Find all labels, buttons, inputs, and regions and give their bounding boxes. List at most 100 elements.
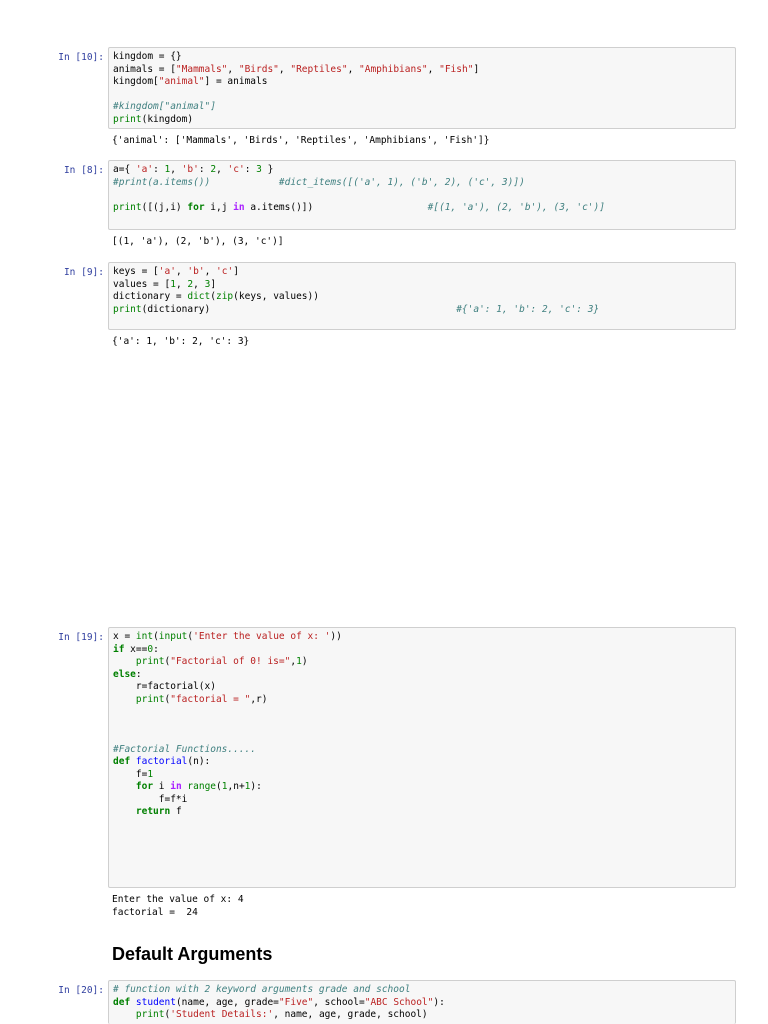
- code-token: 'Enter the value of x: ': [193, 631, 331, 642]
- code-token: ,: [347, 63, 360, 75]
- code-line: else:: [113, 669, 731, 682]
- cell-output: Enter the value of x: 4 factorial = 24: [112, 894, 244, 918]
- code-token: , school=: [313, 996, 365, 1008]
- code-token: for: [187, 201, 205, 213]
- code-line: return f: [113, 806, 731, 819]
- code-token: zip: [215, 291, 234, 302]
- code-token: )): [330, 631, 342, 642]
- code-token: int: [135, 631, 154, 642]
- code-line: def student(name, age, grade="Five", sch…: [113, 997, 731, 1010]
- code-token: ([(j,i): [141, 201, 188, 213]
- code-token: dict: [187, 291, 211, 302]
- code-line: # function with 2 keyword arguments grad…: [113, 984, 731, 997]
- code-token: else: [113, 668, 136, 680]
- code-token: 'a': [135, 164, 154, 175]
- code-token: factorial: [135, 756, 188, 767]
- code-token: animals = [: [113, 63, 176, 75]
- code-token: print: [113, 303, 142, 315]
- code-token: 'b': [181, 164, 199, 175]
- code-input[interactable]: keys = ['a', 'b', 'c'] values = [1, 2, 3]…: [108, 262, 736, 330]
- code-token: #Factorial Functions.....: [113, 743, 256, 755]
- markdown-heading: Default Arguments: [112, 944, 273, 964]
- code-token: #[(1, 'a'), (2, 'b'), (3, 'c')]: [427, 201, 605, 213]
- code-token: values = [: [113, 278, 171, 290]
- code-token: f=f*i: [113, 793, 188, 805]
- code-token: "Amphibians": [359, 63, 428, 75]
- code-line: animals = ["Mammals", "Birds", "Reptiles…: [113, 64, 731, 77]
- code-token: a.items()]): [244, 201, 428, 213]
- code-token: range: [187, 781, 217, 792]
- code-token: #{'a': 1, 'b': 2, 'c': 3}: [456, 303, 600, 315]
- code-token: print: [135, 1009, 165, 1020]
- code-line: #print(a.items()) #dict_items([('a', 1),…: [113, 177, 731, 190]
- code-token: ,: [204, 266, 217, 277]
- code-token: #dict_items([('a', 1), ('b', 2), ('c', 3…: [278, 176, 525, 188]
- code-token: for: [135, 781, 154, 792]
- code-token: dictionary =: [113, 291, 188, 302]
- code-input[interactable]: a={ 'a': 1, 'b': 2, 'c': 3 } #print(a.ite…: [108, 160, 736, 230]
- code-token: print: [113, 113, 142, 125]
- code-token: input: [158, 631, 188, 642]
- code-token: def: [113, 756, 131, 767]
- code-input[interactable]: x = int(input('Enter the value of x: '))…: [108, 627, 736, 888]
- code-token: (kingdom): [141, 113, 194, 125]
- code-token: def: [113, 996, 131, 1008]
- code-token: r=factorial(x): [113, 681, 216, 692]
- code-token: print: [113, 201, 142, 213]
- code-token: kingdom[: [113, 76, 159, 87]
- code-line: f=f*i: [113, 794, 731, 807]
- code-token: ,: [193, 278, 205, 290]
- code-token: ]: [210, 278, 217, 290]
- code-token: ,: [278, 63, 291, 75]
- code-token: a={: [113, 164, 136, 175]
- code-token: print: [135, 693, 165, 705]
- cell-prompt: In [9]:: [63, 267, 104, 278]
- code-token: 1: [147, 768, 154, 780]
- code-token: ,: [170, 164, 182, 175]
- code-line: dictionary = dict(zip(keys, values)): [113, 291, 731, 304]
- code-input[interactable]: # function with 2 keyword arguments grad…: [108, 980, 736, 1024]
- code-line: kingdom["animal"] = animals: [113, 76, 731, 89]
- code-line: print('Student Details:', name, age, gra…: [113, 1009, 731, 1022]
- code-token: ,: [175, 266, 188, 277]
- code-line: keys = ['a', 'b', 'c']: [113, 266, 731, 279]
- code-token: 'c': [227, 164, 245, 175]
- code-token: 'b': [187, 266, 205, 277]
- code-token: x==: [124, 643, 148, 655]
- code-token: (n):: [187, 756, 211, 767]
- code-token: :: [198, 164, 211, 175]
- code-token: 'Student Details:': [170, 1009, 274, 1020]
- code-token: keys = [: [113, 266, 159, 277]
- code-token: f=: [113, 768, 148, 780]
- code-token: in: [233, 201, 245, 213]
- code-token: kingdom = {}: [113, 51, 182, 62]
- code-token: student: [135, 996, 176, 1008]
- code-token: , name, age, grade, school): [273, 1009, 428, 1020]
- cell-prompt: In [10]:: [58, 52, 104, 63]
- code-token: ]: [233, 266, 239, 277]
- code-line: print("factorial = ",r): [113, 694, 731, 707]
- code-input[interactable]: kingdom = {} animals = ["Mammals", "Birds…: [108, 47, 736, 129]
- code-token: (dictionary): [141, 303, 457, 315]
- code-token: print: [135, 656, 165, 667]
- code-token: ,: [175, 278, 188, 290]
- code-token: ):: [250, 781, 262, 792]
- code-line: a={ 'a': 1, 'b': 2, 'c': 3 }: [113, 164, 731, 177]
- code-token: ,r): [250, 693, 268, 705]
- code-token: ,: [427, 63, 440, 75]
- code-token: 'a': [158, 266, 176, 277]
- code-line: values = [1, 2, 3]: [113, 279, 731, 292]
- code-token: "factorial = ": [170, 693, 251, 705]
- code-token: ,: [227, 63, 239, 75]
- code-line: print("Factorial of 0! is=",1): [113, 656, 731, 669]
- code-line: print(dictionary) #{'a': 1, 'b': 2, 'c':…: [113, 304, 731, 317]
- code-line: print([(j,i) for i,j in a.items()]) #[(1…: [113, 202, 731, 215]
